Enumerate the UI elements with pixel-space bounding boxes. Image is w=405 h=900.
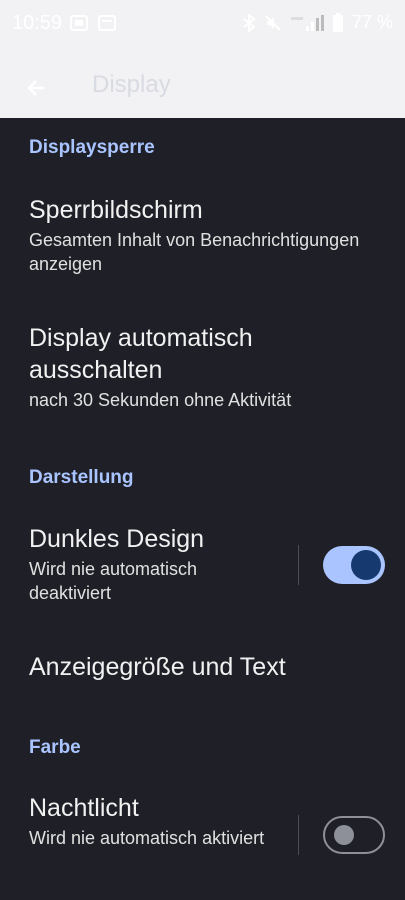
section-header-farbe: Farbe	[29, 737, 81, 758]
setting-nachtlicht[interactable]: Nachtlicht Wird nie automatisch aktivier…	[29, 792, 279, 850]
calendar-icon	[98, 15, 116, 31]
bluetooth-icon	[243, 13, 256, 32]
setting-title: Dunkles Design	[29, 525, 205, 553]
settings-list: Displaysperre Sperrbildschirm Gesamten I…	[0, 118, 405, 900]
status-time: 10:59	[12, 12, 63, 34]
setting-title: Anzeigegröße und Text	[29, 653, 286, 681]
setting-display-timeout[interactable]: Display automatisch ausschalten nach 30 …	[29, 322, 369, 412]
mute-icon	[265, 14, 281, 31]
setting-anzeigegroesse[interactable]: Anzeigegröße und Text	[29, 651, 369, 683]
toggle-thumb	[351, 550, 381, 580]
battery-level: 77 %	[351, 12, 393, 32]
setting-subtitle: Wird nie automatisch deaktiviert	[29, 559, 198, 603]
sim-icon	[70, 15, 88, 31]
section-header-darstellung: Darstellung	[29, 467, 134, 488]
battery-icon	[332, 12, 343, 32]
dark-mode-toggle[interactable]	[323, 546, 385, 584]
back-arrow-icon[interactable]	[20, 72, 52, 104]
setting-dunkles-design[interactable]: Dunkles Design Wird nie automatisch deak…	[29, 523, 279, 605]
section-header-displaysperre: Displaysperre	[29, 137, 155, 158]
night-light-toggle[interactable]	[323, 816, 385, 854]
app-bar: Display	[0, 60, 405, 116]
toggle-thumb	[334, 825, 354, 845]
signal-icon	[290, 14, 324, 31]
setting-title: Sperrbildschirm	[29, 196, 203, 224]
setting-title: Nachtlicht	[29, 794, 139, 822]
divider	[298, 545, 299, 585]
setting-subtitle: nach 30 Sekunden ohne Aktivität	[29, 390, 292, 410]
status-bar: 10:59 77 %	[0, 0, 405, 50]
setting-subtitle: Gesamten Inhalt von Benachrichtigungen a…	[29, 230, 360, 274]
divider	[298, 815, 299, 855]
setting-subtitle: Wird nie automatisch aktiviert	[29, 828, 265, 848]
setting-sperrbildschirm[interactable]: Sperrbildschirm Gesamten Inhalt von Bena…	[29, 194, 369, 276]
page-title: Display	[92, 71, 171, 98]
setting-title: Display automatisch ausschalten	[29, 324, 253, 384]
